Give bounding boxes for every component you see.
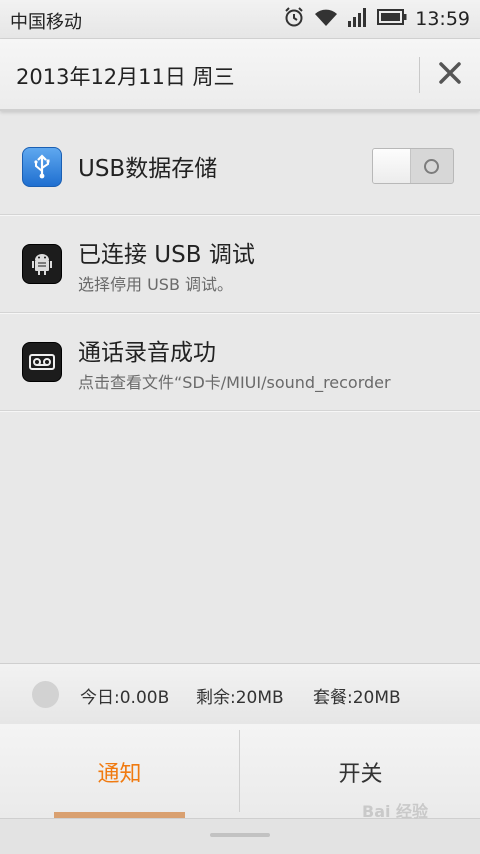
date-label: 2013年12月11日 周三 (16, 65, 235, 89)
status-icons: 13:59 (283, 6, 470, 32)
tab-notifications[interactable]: 通知 (0, 724, 239, 818)
notification-header: 2013年12月11日 周三 (0, 39, 480, 111)
tab-divider (239, 730, 240, 812)
notification-title: 已连接 USB 调试 (78, 242, 255, 268)
wifi-icon (313, 6, 339, 32)
data-today: 今日:0.00B (80, 688, 170, 708)
clock-time: 13:59 (415, 8, 470, 30)
notification-title: USB数据存储 (78, 156, 218, 182)
usb-storage-toggle[interactable] (372, 148, 454, 184)
notification-subtitle: 选择停用 USB 调试。 (78, 275, 234, 294)
toggle-off-icon (424, 159, 439, 174)
notification-call-recording[interactable]: 通话录音成功 点击查看文件“SD卡/MIUI/sound_recorder (0, 313, 480, 411)
tab-label: 通知 (97, 762, 142, 787)
watermark: Bai 经验 (362, 802, 429, 821)
usb-icon (22, 147, 62, 187)
battery-icon (377, 8, 407, 30)
notification-list: USB数据存储 已连接 USB 调试 选择停用 USB 调试。 通话录音成功 点… (0, 117, 480, 411)
tab-label: 开关 (338, 762, 383, 787)
close-icon (439, 62, 461, 84)
data-remaining: 剩余:20MB (196, 688, 284, 708)
voice-record-icon (22, 342, 62, 382)
data-usage-bar[interactable]: 今日:0.00B 剩余:20MB 套餐:20MB (0, 663, 480, 726)
android-debug-icon (22, 244, 62, 284)
toggle-knob (373, 149, 411, 183)
alarm-icon (283, 6, 305, 32)
data-plan: 套餐:20MB (313, 688, 401, 708)
data-usage-indicator-icon (32, 681, 59, 708)
status-bar: 中国移动 13:59 (0, 0, 480, 39)
header-divider (419, 57, 420, 93)
signal-icon (347, 6, 369, 32)
drag-handle[interactable] (210, 833, 270, 837)
tab-toggles[interactable]: 开关 (241, 724, 480, 818)
notification-usb-debug[interactable]: 已连接 USB 调试 选择停用 USB 调试。 (0, 215, 480, 313)
drag-handle-area[interactable] (0, 819, 480, 854)
close-button[interactable] (430, 53, 470, 93)
active-tab-indicator (54, 812, 185, 818)
notification-title: 通话录音成功 (78, 340, 216, 366)
carrier-name: 中国移动 (10, 12, 82, 33)
notification-subtitle: 点击查看文件“SD卡/MIUI/sound_recorder (78, 373, 391, 392)
notification-usb-storage[interactable]: USB数据存储 (0, 117, 480, 215)
